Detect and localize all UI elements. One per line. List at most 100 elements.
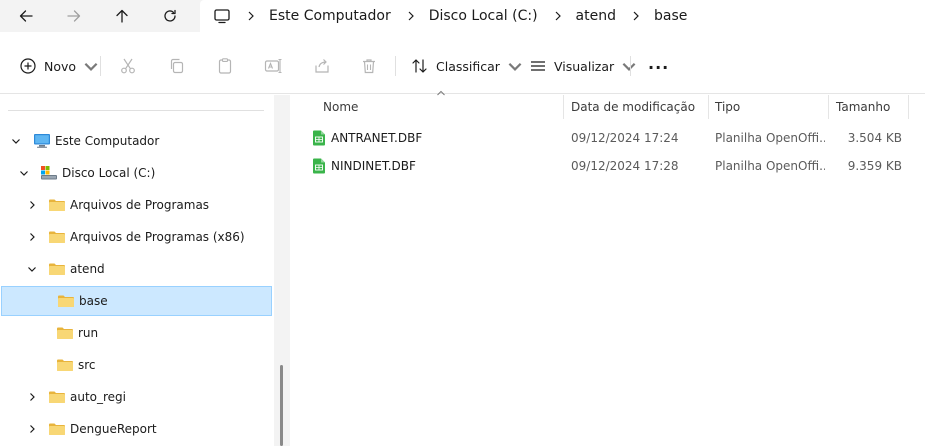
chevron-right-icon — [245, 10, 257, 22]
column-header-label: Tipo — [715, 100, 741, 114]
spreadsheet-file-icon — [313, 130, 325, 146]
trash-icon — [363, 59, 375, 74]
column-header-type[interactable]: Tipo — [715, 95, 827, 119]
breadcrumb-item-computer[interactable]: Este Computador — [269, 8, 391, 24]
sidebar-item-disco-local[interactable]: Disco Local (C:) — [0, 158, 274, 188]
breadcrumb-item-drive[interactable]: Disco Local (C:) — [429, 8, 538, 24]
command-separator — [100, 56, 101, 76]
sidebar-item-label: DengueReport — [70, 422, 157, 436]
file-modified: 09/12/2024 17:24 — [571, 131, 679, 145]
more-options-button[interactable]: ... — [648, 49, 669, 77]
chevron-down-icon — [508, 62, 522, 71]
sidebar-item-arquivos-de-programas[interactable]: Arquivos de Programas — [0, 190, 274, 220]
clipboard-icon — [218, 58, 232, 74]
sidebar-item-arquivos-de-programas-x86[interactable]: Arquivos de Programas (x86) — [0, 222, 274, 252]
sidebar-item-label: Arquivos de Programas — [70, 198, 210, 212]
share-button[interactable] — [312, 56, 332, 76]
file-size: 3.504 KB — [847, 131, 902, 145]
breadcrumb-item-atend[interactable]: atend — [576, 8, 616, 24]
file-type: Planilha OpenOffi... — [715, 159, 825, 173]
file-type: Planilha OpenOffi... — [715, 131, 825, 145]
sidebar-item-auto-regi[interactable]: auto_regi — [0, 382, 274, 412]
chevron-right-icon[interactable] — [26, 231, 38, 243]
sidebar-item-label: Arquivos de Programas (x86) — [70, 230, 245, 244]
share-icon — [315, 59, 329, 73]
chevron-right-icon — [630, 10, 642, 22]
table-row[interactable]: ANTRANET.DBF 09/12/2024 17:24 Planilha O… — [290, 124, 925, 152]
forward-button[interactable] — [62, 4, 86, 28]
sidebar-item-este-computador[interactable]: Este Computador — [0, 126, 274, 156]
back-button[interactable] — [14, 4, 38, 28]
command-separator — [630, 56, 631, 76]
rename-button[interactable] — [263, 56, 283, 76]
chevron-right-icon — [405, 10, 417, 22]
sort-arrows-icon — [412, 59, 427, 73]
chevron-down-icon[interactable] — [18, 167, 30, 179]
folder-icon — [57, 293, 75, 309]
paste-button[interactable] — [215, 56, 235, 76]
column-header-size[interactable]: Tamanho — [836, 95, 908, 119]
folder-icon — [48, 197, 66, 213]
folder-icon — [48, 229, 66, 245]
sidebar-item-base[interactable]: base — [1, 286, 272, 316]
sidebar-item-label: base — [79, 294, 108, 308]
copy-icon — [170, 58, 184, 74]
column-divider[interactable] — [563, 95, 564, 119]
command-bar: Novo Classificar Visualizar ... — [0, 38, 925, 94]
breadcrumb-item-base[interactable]: base — [654, 8, 687, 24]
sidebar-scrollbar[interactable] — [280, 365, 283, 446]
plus-circle-icon — [20, 58, 36, 74]
sort-button[interactable]: Classificar — [411, 52, 524, 80]
folder-icon — [56, 357, 74, 373]
spreadsheet-file-icon — [313, 158, 325, 174]
monitor-icon — [213, 7, 231, 25]
sidebar-item-run[interactable]: run — [0, 318, 274, 348]
file-modified: 09/12/2024 17:28 — [571, 159, 679, 173]
folder-icon — [48, 261, 66, 277]
breadcrumb[interactable]: Este Computador Disco Local (C:) atend b… — [200, 0, 925, 32]
sidebar-item-atend[interactable]: atend — [0, 254, 274, 284]
file-name: ANTRANET.DBF — [331, 131, 423, 145]
sidebar-item-src[interactable]: src — [0, 350, 274, 380]
sidebar-item-label: Disco Local (C:) — [62, 166, 156, 180]
view-button[interactable]: Visualizar — [529, 52, 638, 80]
refresh-icon — [164, 9, 176, 22]
column-divider[interactable] — [908, 95, 909, 119]
arrow-right-icon — [67, 10, 81, 22]
column-header-name[interactable]: Nome — [323, 95, 563, 119]
table-row[interactable]: NINDINET.DBF 09/12/2024 17:28 Planilha O… — [290, 152, 925, 180]
chevron-down-icon[interactable] — [10, 135, 22, 147]
column-header-label: Tamanho — [836, 100, 891, 114]
sidebar-item-label: auto_regi — [70, 390, 127, 404]
column-divider[interactable] — [828, 95, 829, 119]
rename-icon — [264, 58, 282, 74]
command-separator — [395, 56, 396, 76]
file-name: NINDINET.DBF — [331, 159, 416, 173]
computer-icon — [33, 133, 51, 149]
chevron-right-icon[interactable] — [26, 199, 38, 211]
column-header-modified[interactable]: Data de modificação — [571, 95, 708, 119]
up-button[interactable] — [110, 4, 134, 28]
column-divider[interactable] — [708, 95, 709, 119]
sidebar-divider — [8, 110, 264, 111]
more-options-label: ... — [648, 53, 670, 73]
file-list: Nome Data de modificação Tipo Tamanho AN… — [290, 90, 925, 446]
file-size: 9.359 KB — [847, 159, 902, 173]
chevron-right-icon[interactable] — [26, 391, 38, 403]
folder-icon — [48, 421, 66, 437]
arrow-left-icon — [19, 10, 33, 22]
cut-button[interactable] — [118, 56, 138, 76]
chevron-down-icon[interactable] — [26, 263, 38, 275]
drive-icon — [40, 165, 58, 181]
chevron-right-icon[interactable] — [26, 423, 38, 435]
copy-button[interactable] — [167, 56, 187, 76]
sort-label: Classificar — [436, 58, 500, 74]
sidebar-item-label: atend — [70, 262, 105, 276]
view-label: Visualizar — [554, 58, 615, 74]
refresh-button[interactable] — [158, 4, 182, 28]
chevron-down-icon — [84, 62, 98, 71]
new-button[interactable]: Novo — [19, 52, 100, 80]
view-lines-icon — [531, 61, 545, 71]
delete-button[interactable] — [359, 56, 379, 76]
sidebar-item-denguereport[interactable]: DengueReport — [0, 414, 274, 444]
